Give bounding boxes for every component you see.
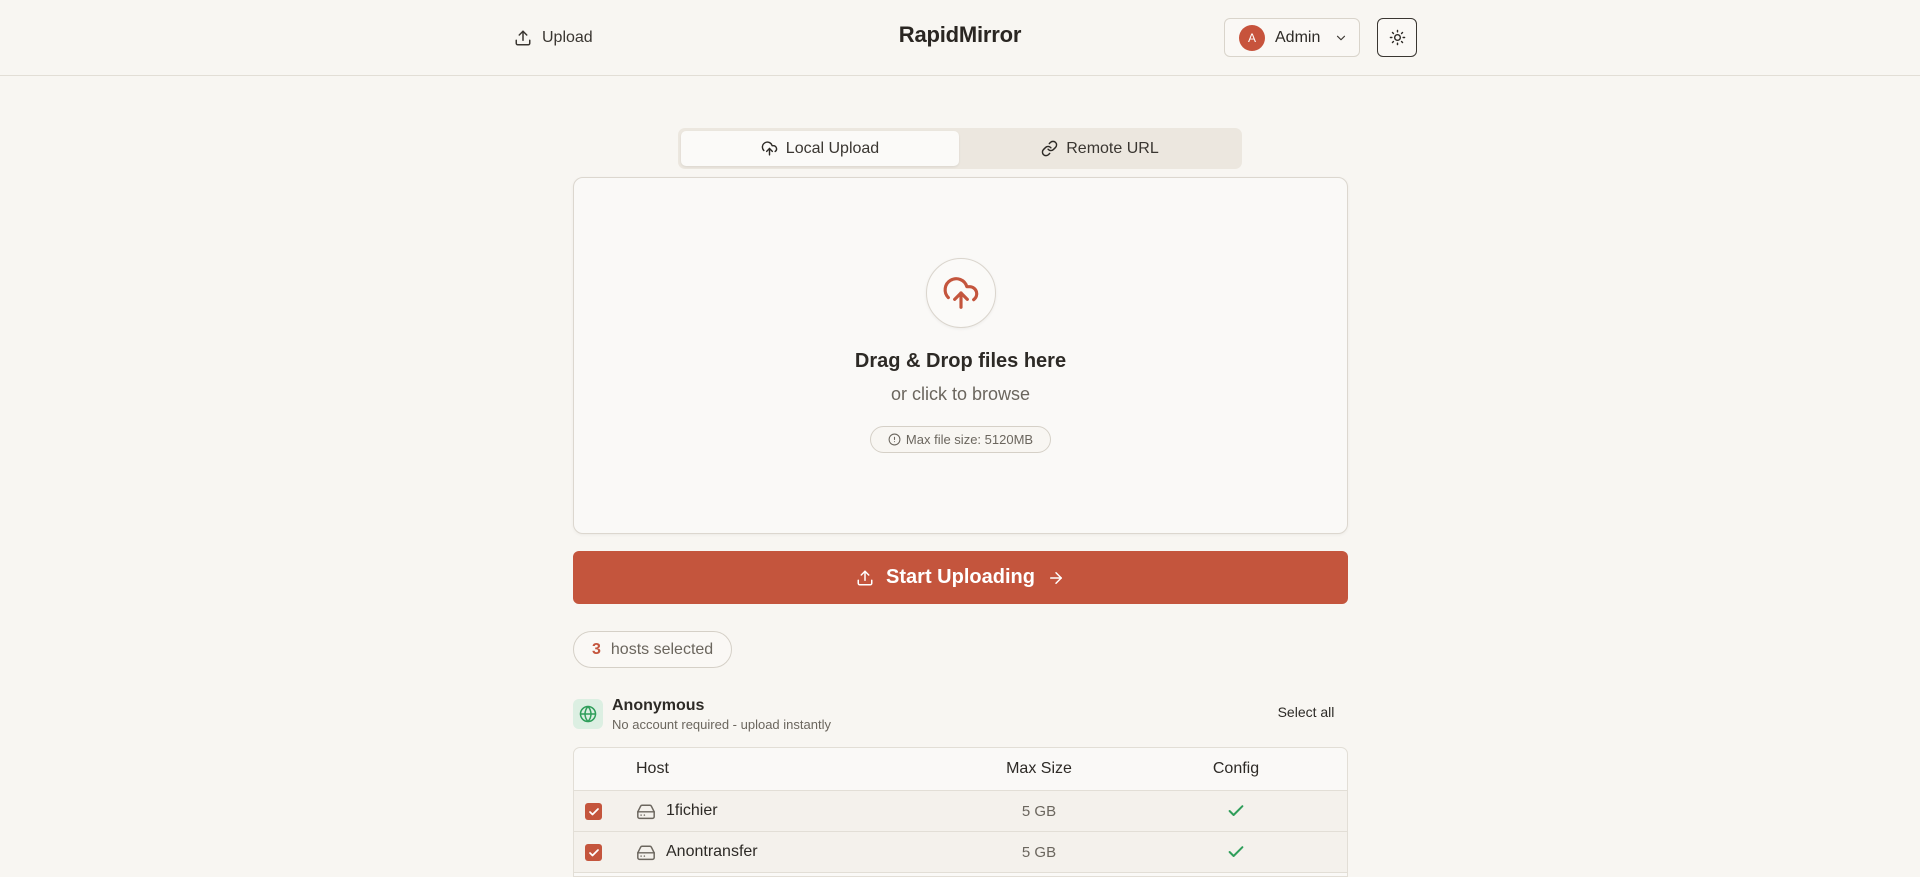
host-checkbox[interactable] xyxy=(585,844,602,861)
upload-mode-tabs: Local Upload Remote URL xyxy=(678,128,1242,169)
dropzone-subtitle: or click to browse xyxy=(890,384,1031,404)
host-name: 1fichier xyxy=(666,802,718,819)
check-icon xyxy=(588,848,599,856)
host-max-size: 5 GB xyxy=(1021,803,1057,820)
start-uploading-button[interactable]: Start Uploading xyxy=(573,551,1348,604)
host-max-size: 5 GB xyxy=(1021,844,1057,861)
upload-icon xyxy=(515,30,531,46)
select-all-button[interactable]: Select all xyxy=(1266,704,1346,724)
brand-title: RapidMirror xyxy=(898,22,1022,47)
max-file-size-label: Max file size: 5120MB xyxy=(905,432,1034,447)
cloud-upload-icon xyxy=(943,277,979,309)
group-subtitle: No account required - upload instantly xyxy=(612,717,831,732)
cloud-upload-icon xyxy=(761,141,778,156)
info-icon xyxy=(888,433,901,446)
check-icon xyxy=(1228,805,1244,816)
host-checkbox[interactable] xyxy=(585,803,602,820)
check-icon xyxy=(588,807,599,815)
hard-drive-icon xyxy=(637,804,655,820)
dropzone-title: Drag & Drop files here xyxy=(854,350,1067,372)
hard-drive-icon xyxy=(637,845,655,861)
group-icon-box xyxy=(573,699,603,729)
avatar: A xyxy=(1239,24,1265,51)
hosts-selected-count: 3 xyxy=(592,640,601,658)
tab-local-upload-label: Local Upload xyxy=(785,139,880,157)
file-dropzone[interactable]: Drag & Drop files here or click to brows… xyxy=(573,177,1348,534)
nav-upload-label: Upload xyxy=(542,29,593,46)
tab-local-upload[interactable]: Local Upload xyxy=(681,131,959,166)
link-icon xyxy=(1041,140,1058,157)
nav-upload-link[interactable]: Upload xyxy=(514,24,593,52)
table-row[interactable]: 1fichier 5 GB xyxy=(574,791,1347,832)
table-header: Host Max Size Config xyxy=(574,748,1347,791)
header-max-size: Max Size xyxy=(1006,760,1072,777)
start-uploading-label: Start Uploading xyxy=(886,566,1035,588)
check-icon xyxy=(1228,846,1244,857)
hosts-selected-badge: 3 hosts selected xyxy=(573,631,732,668)
chevron-down-icon xyxy=(1337,35,1346,40)
tab-remote-url-label: Remote URL xyxy=(1066,139,1159,157)
table-row[interactable]: Anontransfer 5 GB xyxy=(574,832,1347,873)
user-menu-button[interactable]: A Admin xyxy=(1224,18,1360,57)
user-name: Admin xyxy=(1275,28,1321,46)
theme-toggle-button[interactable] xyxy=(1377,18,1417,57)
group-title: Anonymous xyxy=(612,697,705,714)
dropzone-icon-circle xyxy=(926,258,996,328)
host-name: Anontransfer xyxy=(666,843,758,860)
header-config: Config xyxy=(1212,760,1260,777)
hosts-selected-label: hosts selected xyxy=(610,640,714,658)
host-table: Host Max Size Config 1fichier 5 GB Anont… xyxy=(573,747,1348,877)
max-file-size-badge: Max file size: 5120MB xyxy=(870,426,1051,453)
upload-icon xyxy=(857,570,873,585)
tab-remote-url[interactable]: Remote URL xyxy=(961,131,1239,166)
top-header: Upload RapidMirror A Admin xyxy=(0,0,1920,76)
globe-icon xyxy=(579,705,597,723)
sun-icon xyxy=(1389,29,1405,46)
header-host: Host xyxy=(636,760,669,777)
arrow-right-icon xyxy=(1049,571,1062,584)
